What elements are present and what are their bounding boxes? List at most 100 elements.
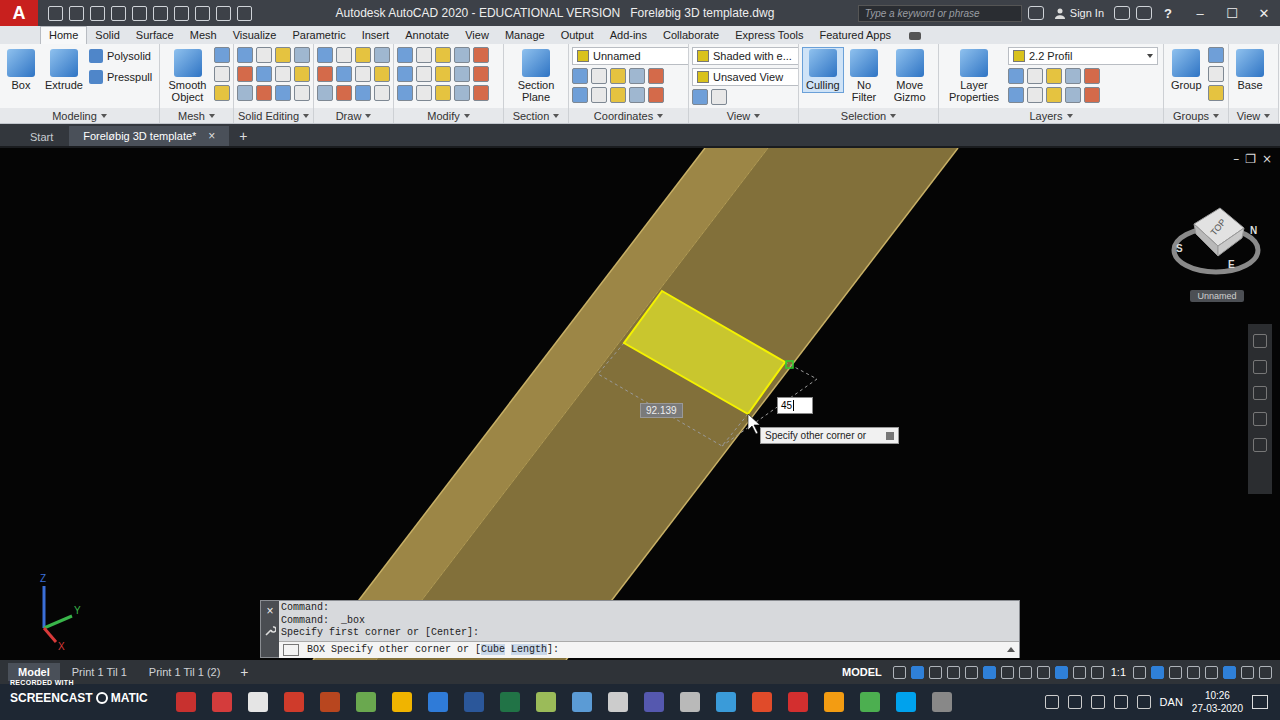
ribbon-tab[interactable]: Annotate (397, 27, 457, 44)
quick-access-icon[interactable] (111, 6, 126, 21)
tool-icon[interactable] (214, 85, 230, 101)
tool-icon[interactable] (435, 85, 451, 101)
tool-icon[interactable] (336, 85, 352, 101)
tool-icon[interactable] (416, 85, 432, 101)
drawing-viewport[interactable]: –❐× TOPSEN Unnamed ZYX 92.139 45 Specify… (0, 148, 1280, 660)
panel-label[interactable]: Selection (799, 108, 938, 123)
autodesk-icon[interactable] (1136, 6, 1152, 20)
beam-face[interactable] (376, 148, 958, 660)
taskbar-app-icon[interactable] (680, 692, 700, 712)
taskbar-app-icon[interactable] (356, 692, 376, 712)
language-indicator[interactable]: DAN (1160, 696, 1183, 708)
layout-tab[interactable]: Print 1 Til 1 (2) (139, 663, 231, 681)
ribbon-tab[interactable]: Collaborate (655, 27, 727, 44)
ribbon-tab[interactable]: Surface (128, 27, 182, 44)
ribbon-button[interactable]: Smooth Object (163, 47, 212, 105)
status-toggle-icon[interactable] (1223, 666, 1236, 679)
ribbon-button[interactable]: Move Gizmo (884, 47, 935, 105)
status-toggle-icon[interactable] (911, 666, 924, 679)
tool-icon[interactable] (454, 66, 470, 82)
status-toggle-icon[interactable] (1187, 666, 1200, 679)
panel-label[interactable]: Coordinates (569, 108, 688, 123)
tool-icon[interactable] (416, 66, 432, 82)
autocad-logo[interactable]: A (0, 0, 38, 26)
viewport-control-button[interactable]: × (1262, 152, 1272, 166)
ribbon-toggle-icon[interactable] (909, 32, 921, 40)
ribbon-button[interactable]: Group (1167, 47, 1206, 93)
ribbon-dropdown[interactable]: Unsaved View (692, 68, 799, 86)
panel-label[interactable]: Section (504, 108, 568, 123)
panel-label[interactable]: View (1229, 108, 1278, 123)
ribbon-button[interactable]: Culling (802, 47, 844, 93)
tool-icon[interactable] (336, 66, 352, 82)
tray-icon[interactable] (1114, 695, 1128, 709)
new-tab-button[interactable]: + (231, 126, 255, 146)
tool-icon[interactable] (435, 66, 451, 82)
tool-icon[interactable] (1084, 68, 1100, 84)
viewcube[interactable]: TOPSEN (1168, 194, 1264, 290)
view-name-menu[interactable]: Unnamed (1190, 290, 1244, 302)
status-toggle-icon[interactable] (1169, 666, 1182, 679)
tool-icon[interactable] (317, 85, 333, 101)
taskbar-app-icon[interactable] (932, 692, 952, 712)
tool-icon[interactable] (374, 85, 390, 101)
taskbar-app-icon[interactable] (464, 692, 484, 712)
ribbon-tab[interactable]: Add-ins (602, 27, 655, 44)
wrench-icon[interactable] (264, 625, 276, 637)
ribbon-tab[interactable]: Mesh (182, 27, 225, 44)
navigation-icon[interactable] (1253, 412, 1267, 426)
expand-icon[interactable] (1007, 647, 1015, 652)
tool-icon[interactable] (237, 47, 253, 63)
status-toggle-icon[interactable] (965, 666, 978, 679)
cart-icon[interactable] (1114, 6, 1130, 20)
quick-access-icon[interactable] (174, 6, 189, 21)
close-tab-button[interactable]: × (208, 129, 215, 143)
tool-icon[interactable] (435, 47, 451, 63)
tool-icon[interactable] (275, 47, 291, 63)
tool-icon[interactable] (1208, 47, 1224, 63)
quick-access-icon[interactable] (132, 6, 147, 21)
ribbon-tab[interactable]: Home (40, 26, 87, 44)
tool-icon[interactable] (355, 66, 371, 82)
navigation-icon[interactable] (1253, 438, 1267, 452)
status-toggle-icon[interactable] (1241, 666, 1254, 679)
ribbon-tab[interactable]: Solid (87, 27, 127, 44)
tool-icon[interactable] (214, 47, 230, 63)
tool-icon[interactable] (256, 66, 272, 82)
tool-icon[interactable] (416, 47, 432, 63)
ribbon-tab[interactable]: Visualize (225, 27, 285, 44)
tool-icon[interactable] (397, 66, 413, 82)
panel-label[interactable]: Modeling (0, 108, 159, 123)
tool-icon[interactable] (1046, 87, 1062, 103)
tool-icon[interactable] (610, 87, 626, 103)
ribbon-small-button[interactable]: Presspull (89, 68, 152, 86)
status-toggle-icon[interactable] (1091, 666, 1104, 679)
tool-icon[interactable] (294, 66, 310, 82)
tool-icon[interactable] (355, 47, 371, 63)
quick-access-icon[interactable] (69, 6, 84, 21)
taskbar-app-icon[interactable] (428, 692, 448, 712)
tool-icon[interactable] (692, 89, 708, 105)
tool-icon[interactable] (591, 68, 607, 84)
tool-icon[interactable] (317, 66, 333, 82)
taskbar-app-icon[interactable] (248, 692, 268, 712)
tool-icon[interactable] (256, 47, 272, 63)
quick-access-icon[interactable] (48, 6, 63, 21)
viewport-control-button[interactable]: – (1233, 152, 1239, 166)
tool-icon[interactable] (275, 85, 291, 101)
panel-label[interactable]: Solid Editing (234, 108, 313, 123)
status-toggle-icon[interactable] (1073, 666, 1086, 679)
taskbar-app-icon[interactable] (716, 692, 736, 712)
tool-icon[interactable] (473, 85, 489, 101)
taskbar-app-icon[interactable] (212, 692, 232, 712)
annotation-scale[interactable]: 1:1 (1109, 666, 1128, 678)
dynamic-input-field[interactable]: 45 (777, 397, 813, 414)
tool-icon[interactable] (1084, 87, 1100, 103)
panel-label[interactable]: Draw (314, 108, 393, 123)
tool-icon[interactable] (572, 87, 588, 103)
options-icon[interactable] (886, 432, 894, 440)
ribbon-small-button[interactable]: Polysolid (89, 47, 152, 65)
window-control-button[interactable]: – (1184, 6, 1216, 21)
ribbon-button[interactable]: Base (1232, 47, 1268, 93)
tool-icon[interactable] (397, 85, 413, 101)
